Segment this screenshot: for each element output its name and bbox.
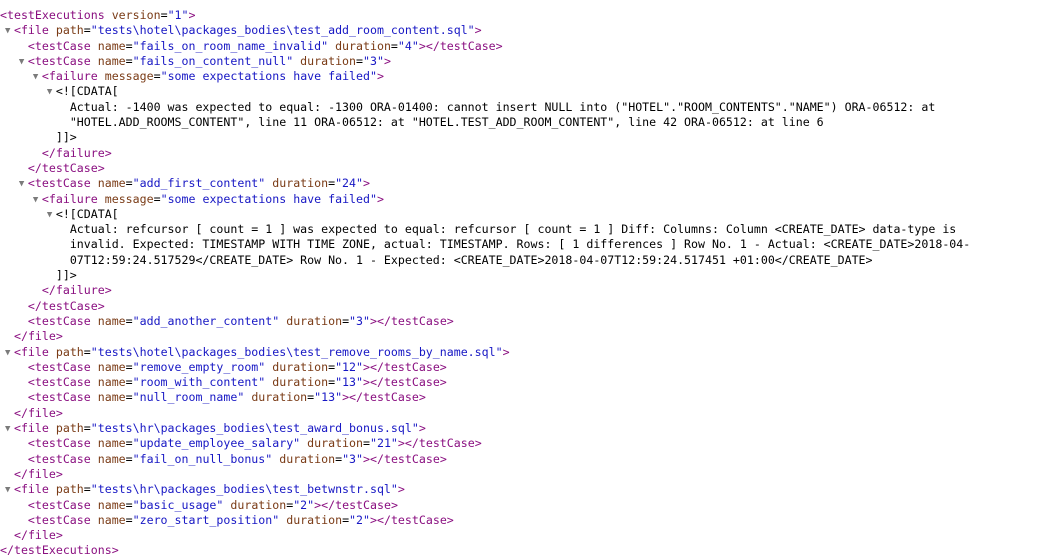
node-testcase-leaf: <testCase name="room_with_content" durat… [27,375,447,390]
node-testcase-leaf: <testCase name="add_another_content" dur… [27,313,454,328]
cdata-text-line: "HOTEL.ADD_ROOMS_CONTENT", line 11 ORA-0… [69,115,824,130]
node-cdata-open[interactable]: <![CDATA[ [0,207,1041,222]
node-failure-close: </failure> [41,145,112,160]
cdata-text-line: Actual: -1400 was expected to equal: -13… [69,99,936,114]
node-failure-open[interactable]: <failure message="some expectations have… [0,69,1041,84]
node-testcase-close: </testCase> [27,160,105,175]
xml-tree-view: <testExecutions version="1"> <file path=… [0,0,1041,559]
node-cdata-close: ]]> [55,268,77,283]
node-failure-open[interactable]: <failure message="some expectations have… [0,192,1041,207]
node-testcase-leaf: <testCase name="zero_start_position" dur… [27,512,454,527]
cdata-text-line: 07T12:59:24.517529</CREATE_DATE> Row No.… [69,252,873,267]
node-file-close: </file> [13,405,63,420]
node-testExecutions-close: </testExecutions> [0,543,119,558]
node-cdata-close: ]]> [55,130,77,145]
node-testExecutions-open[interactable]: <testExecutions version="1"> [0,8,1041,23]
node-testcase-leaf: <testCase name="basic_usage" duration="2… [27,497,398,512]
node-testcase-leaf: <testCase name="fails_on_room_name_inval… [27,38,503,53]
node-file-close: </file> [13,528,63,543]
node-file-open[interactable]: <file path="tests\hotel\packages_bodies\… [0,23,1041,38]
node-testcase-leaf: <testCase name="update_employee_salary" … [27,436,482,451]
node-testcase-leaf: <testCase name="fail_on_null_bonus" dura… [27,451,447,466]
node-file-open[interactable]: <file path="tests\hr\packages_bodies\tes… [0,421,1041,436]
node-testcase-leaf: <testCase name="null_room_name" duration… [27,390,426,405]
node-file-open[interactable]: <file path="tests\hr\packages_bodies\tes… [0,482,1041,497]
node-testcase-open[interactable]: <testCase name="fails_on_content_null" d… [0,54,1041,69]
node-testcase-close: </testCase> [27,298,105,313]
node-file-open[interactable]: <file path="tests\hotel\packages_bodies\… [0,345,1041,360]
node-failure-close: </failure> [41,283,112,298]
node-cdata-open[interactable]: <![CDATA[ [0,84,1041,99]
cdata-text-line: invalid. Expected: TIMESTAMP WITH TIME Z… [69,237,971,252]
cdata-text-line: Actual: refcursor [ count = 1 ] was expe… [69,222,957,237]
node-file-close: </file> [13,329,63,344]
node-file-close: </file> [13,466,63,481]
node-testcase-open[interactable]: <testCase name="add_first_content" durat… [0,176,1041,191]
node-testcase-leaf: <testCase name="remove_empty_room" durat… [27,359,447,374]
